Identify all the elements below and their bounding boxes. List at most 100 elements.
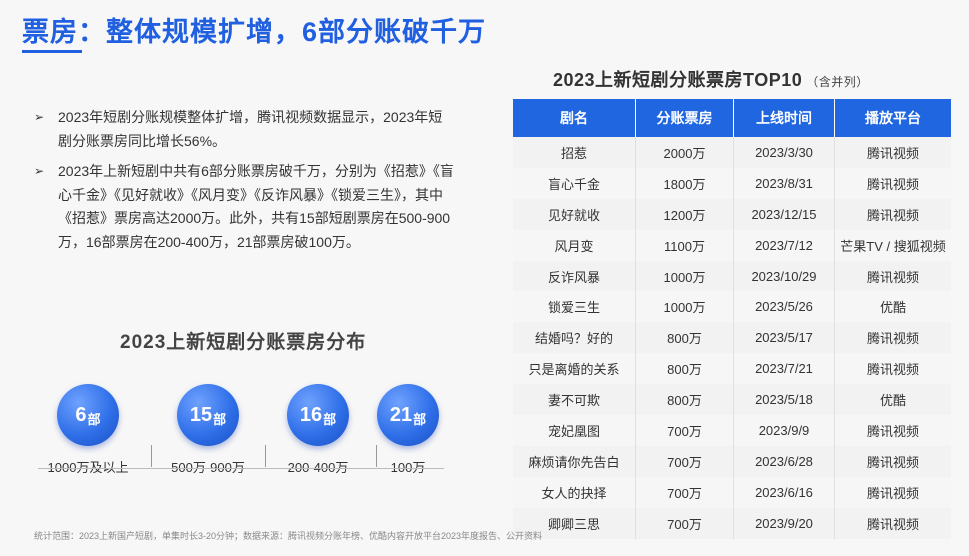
bullet-item: ➢ 2023年短剧分账规模整体扩增，腾讯视频数据显示，2023年短剧分账票房同比…: [34, 106, 454, 153]
distribution-stats: 6部 1000万及以上 15 部 500万-900万 16 部 200-400万 2…: [38, 384, 458, 476]
divider: [265, 445, 266, 467]
cell-title: 只是离婚的关系: [513, 353, 636, 385]
table-row: 只是离婚的关系 800万 2023/7/21 腾讯视频: [513, 353, 951, 385]
table-row: 招惹 2000万 2023/3/30 腾讯视频: [513, 137, 951, 168]
table-row: 结婚吗？好的 800万 2023/5/17 腾讯视频: [513, 322, 951, 354]
cell-title: 女人的抉择: [513, 476, 636, 508]
table-row: 盲心千金 1800万 2023/8/31 腾讯视频: [513, 167, 951, 199]
cell-title: 招惹: [513, 137, 636, 168]
cell-platform: 腾讯视频: [834, 260, 951, 292]
cell-title: 结婚吗？好的: [513, 322, 636, 354]
cell-boxoffice: 700万: [635, 445, 734, 477]
stat-circle: 15 部: [177, 384, 239, 446]
cell-date: 2023/9/9: [733, 415, 835, 446]
cell-title: 麻烦请你先告白: [513, 445, 636, 477]
cell-date: 2023/3/30: [733, 137, 835, 168]
stat-number: 15: [189, 403, 213, 426]
stat-label: 500万-900万: [171, 460, 245, 475]
cell-platform: 腾讯视频: [834, 415, 951, 446]
stat-unit: 部: [213, 411, 227, 427]
cell-boxoffice: 1100万: [635, 229, 734, 261]
cell-date: 2023/5/18: [733, 384, 835, 416]
arrow-bullet-icon: ➢: [34, 110, 45, 124]
table-row: 风月变 1100万 2023/7/12 芒果TV / 搜狐视频: [513, 229, 951, 261]
cell-date: 2023/9/20: [733, 507, 835, 539]
table-row: 女人的抉择 700万 2023/6/16 腾讯视频: [513, 476, 951, 508]
table-header-row: 剧名 分账票房 上线时间 播放平台: [513, 99, 951, 137]
cell-title: 宠妃凰图: [513, 415, 636, 446]
stat-circle: 21 部: [377, 384, 439, 446]
cell-date: 2023/8/31: [733, 167, 835, 199]
cell-date: 2023/12/15: [733, 198, 835, 230]
cell-boxoffice: 1200万: [635, 198, 734, 230]
bullet-text: 2023年上新短剧中共有6部分账票房破千万，分别为《招惹》《盲心千金》《见好就收…: [58, 163, 454, 250]
cell-platform: 腾讯视频: [834, 476, 951, 508]
stat-number: 6: [75, 403, 87, 426]
distribution-title: 2023上新短剧分账票房分布: [120, 332, 367, 353]
source-note: 统计范围：2023上新国产短剧，单集时长3-20分钟；数据来源：腾讯视频分账年榜…: [34, 531, 543, 541]
cell-boxoffice: 700万: [635, 415, 734, 446]
cell-boxoffice: 2000万: [635, 137, 734, 168]
cell-boxoffice: 800万: [635, 353, 734, 385]
cell-boxoffice: 1000万: [635, 260, 734, 292]
table-row: 宠妃凰图 700万 2023/9/9 腾讯视频: [513, 415, 951, 446]
header-cell: 分账票房: [635, 99, 734, 137]
cell-boxoffice: 1000万: [635, 291, 734, 323]
cell-platform: 腾讯视频: [834, 137, 951, 168]
cell-title: 反诈风暴: [513, 260, 636, 292]
stat-number: 21: [389, 403, 413, 426]
cell-boxoffice: 800万: [635, 322, 734, 354]
table-row: 反诈风暴 1000万 2023/10/29 腾讯视频: [513, 260, 951, 292]
page-title: 票房：整体规模扩增，6部分账破千万: [22, 17, 487, 47]
stat-circle: 6部: [57, 384, 119, 446]
cell-date: 2023/7/21: [733, 353, 835, 385]
cell-title: 见好就收: [513, 198, 636, 230]
cell-date: 2023/5/26: [733, 291, 835, 323]
stat-circle: 16 部: [287, 384, 349, 446]
cell-title: 风月变: [513, 229, 636, 261]
cell-platform: 腾讯视频: [834, 322, 951, 354]
slide: 票房：整体规模扩增，6部分账破千万 ➢ 2023年短剧分账规模整体扩增，腾讯视频…: [0, 0, 969, 556]
cell-date: 2023/7/12: [733, 229, 835, 261]
stat-item: 16 部 200-400万: [268, 384, 368, 476]
stat-item: 15 部 500万-900万: [158, 384, 258, 476]
stat-item: 6部 1000万及以上: [38, 384, 138, 476]
cell-boxoffice: 700万: [635, 507, 734, 539]
stat-label: 100万: [390, 460, 426, 475]
cell-platform: 腾讯视频: [834, 445, 951, 477]
cell-title: 妻不可欺: [513, 384, 636, 416]
header-cell: 上线时间: [733, 99, 835, 137]
cell-date: 2023/6/28: [733, 445, 835, 477]
stat-label: 1000万及以上: [47, 460, 129, 475]
cell-date: 2023/10/29: [733, 260, 835, 292]
stat-number: 16: [299, 403, 323, 426]
cell-platform: 腾讯视频: [834, 167, 951, 199]
cell-boxoffice: 800万: [635, 384, 734, 416]
cell-platform: 芒果TV / 搜狐视频: [834, 229, 951, 261]
cell-title: 盲心千金: [513, 167, 636, 199]
cell-boxoffice: 700万: [635, 476, 734, 508]
arrow-bullet-icon: ➢: [34, 164, 45, 178]
bullet-item: ➢ 2023年上新短剧中共有6部分账票房破千万，分别为《招惹》《盲心千金》《见好…: [34, 160, 454, 254]
table-title-text: 2023上新短剧分账票房TOP10: [553, 70, 803, 90]
stat-unit: 部: [413, 411, 427, 427]
cell-platform: 腾讯视频: [834, 353, 951, 385]
divider: [151, 445, 152, 467]
ranking-table: 剧名 分账票房 上线时间 播放平台 招惹 2000万 2023/3/30 腾讯视频 盲…: [513, 99, 951, 539]
header-cell: 播放平台: [834, 99, 951, 137]
title-underline: [22, 50, 82, 53]
stats-baseline: [38, 468, 444, 469]
table-title-note: （含并列）: [806, 75, 869, 89]
table-row: 妻不可欺 800万 2023/5/18 优酷: [513, 384, 951, 416]
stat-unit: 部: [87, 411, 101, 427]
cell-boxoffice: 1800万: [635, 167, 734, 199]
cell-title: 锁爱三生: [513, 291, 636, 323]
stat-label: 200-400万: [287, 460, 349, 475]
bullet-list: ➢ 2023年短剧分账规模整体扩增，腾讯视频数据显示，2023年短剧分账票房同比…: [34, 106, 454, 261]
cell-platform: 腾讯视频: [834, 198, 951, 230]
stat-unit: 部: [323, 411, 337, 427]
table-row: 锁爱三生 1000万 2023/5/26 优酷: [513, 291, 951, 323]
cell-date: 2023/5/17: [733, 322, 835, 354]
table-row: 卿卿三思 700万 2023/9/20 腾讯视频: [513, 507, 951, 539]
stat-item: 21 部 100万: [368, 384, 448, 476]
